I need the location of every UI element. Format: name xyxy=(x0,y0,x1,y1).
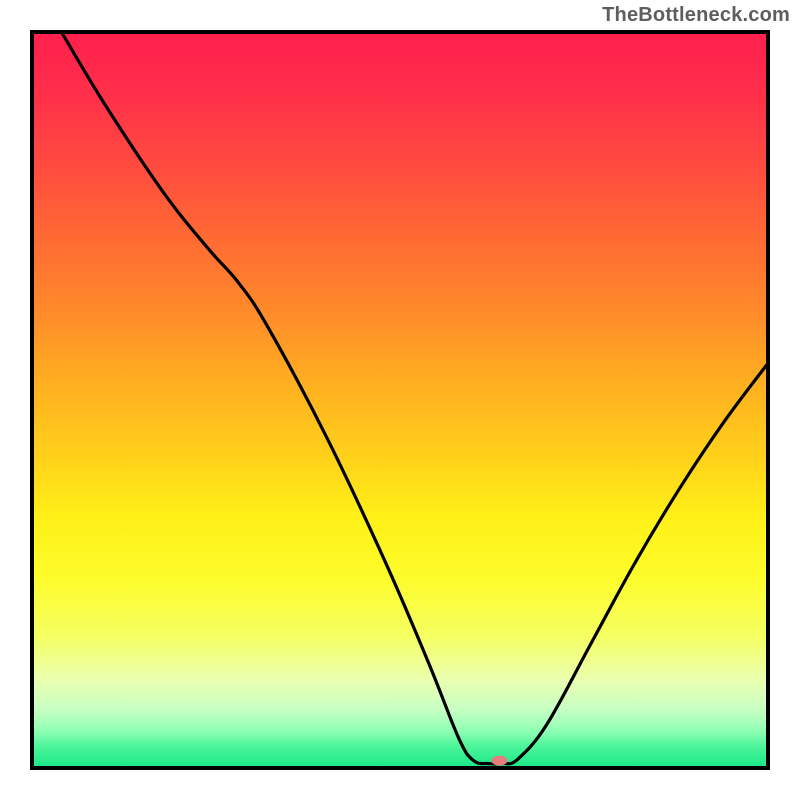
optimal-point-marker xyxy=(491,756,507,766)
chart-background-gradient xyxy=(32,32,768,768)
bottleneck-chart xyxy=(0,0,800,800)
chart-container: { "watermark": "TheBottleneck.com", "cha… xyxy=(0,0,800,800)
watermark-text: TheBottleneck.com xyxy=(602,4,790,27)
